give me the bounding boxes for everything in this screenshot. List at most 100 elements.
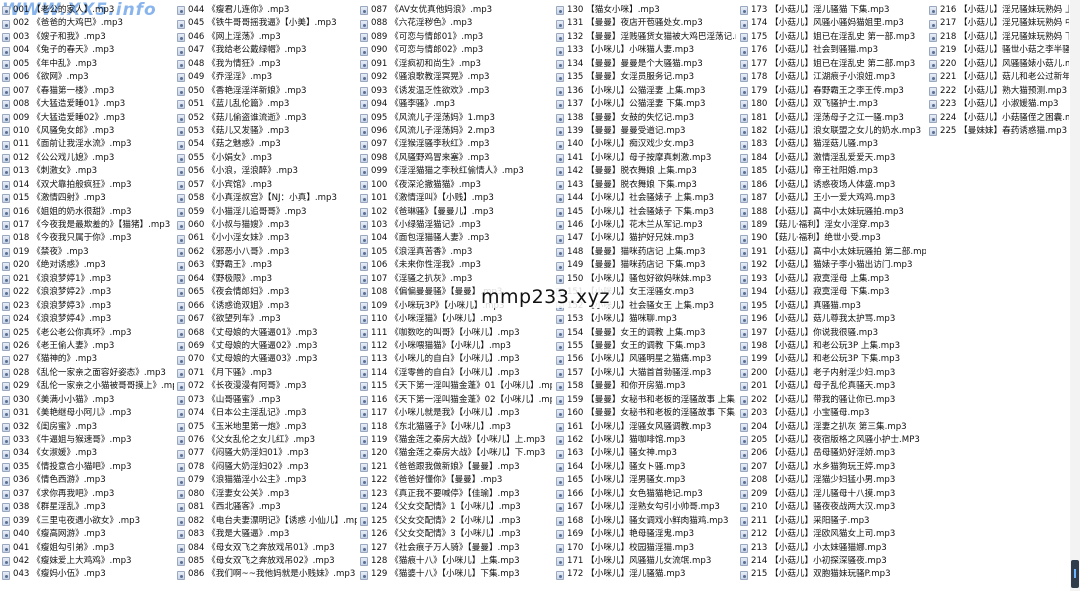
file-item[interactable]: 182 【小菇儿】浪女联盟之女儿的奶水.mp3 [740,125,926,138]
file-item[interactable]: 100 《夜深沦撤猫猫》.mp3 [360,179,552,192]
file-item[interactable]: 075 《玉米地里第一炮》.mp3 [177,421,357,434]
file-item[interactable]: 045 《铁牛哥哥摇我逼》【小美】.mp3 [177,17,357,30]
file-item[interactable]: 187 【小菇儿】王小一爱大鸡鸡.mp3 [740,192,926,205]
file-item[interactable]: 137 【小咪儿】公猫淫妻 下集.mp3 [556,98,736,111]
file-item[interactable]: 064 《野极限》.mp3 [177,273,357,286]
file-item[interactable]: 161 【小咪儿】淫骚女风骚调教.mp3 [556,421,736,434]
file-item[interactable]: 116 《天下第一淫叫猫金蓬》02【小咪儿】.mp3 [360,394,552,407]
file-item[interactable]: 034 《女淑媛》.mp3 [2,447,174,460]
file-item[interactable]: 099 《淫淫猫猫之李秋红偷情人》.mp3 [360,165,552,178]
file-item[interactable]: 078 《闷骚大奶淫妇02》.mp3 [177,461,357,474]
file-item[interactable]: 150 【小咪儿】骚包好欲妈咪妹.mp3 [556,273,736,286]
file-item[interactable]: 192 【小菇儿】猫婊子李小猫出访门.mp3 [740,259,926,272]
file-item[interactable]: 037 《求你再我吧》.mp3 [2,488,174,501]
file-item[interactable]: 053 《菇儿又发骚》.mp3 [177,125,357,138]
file-item[interactable]: 222 【小菇儿】熟大猫预测.mp3 [929,85,1069,98]
file-item[interactable]: 117 《小咪儿就是我》【小咪儿】.mp3 [360,407,552,420]
file-item[interactable]: 125 《父女交配情》2【小咪儿】.mp3 [360,515,552,528]
file-item[interactable]: 183 【小菇儿】猫淫菇儿骚.mp3 [740,138,926,151]
file-item[interactable]: 203 【小菇儿】小宝骚母.mp3 [740,407,926,420]
file-item[interactable]: 158 【曼曼】和你开房猫.mp3 [556,380,736,393]
file-item[interactable]: 181 【小菇儿】淫荡母子之江一骚.mp3 [740,112,926,125]
file-item[interactable]: 144 【小咪儿】社会骚婊子 上集.mp3 [556,192,736,205]
file-item[interactable]: 213 【小菇儿】小太妹骚猫娜.mp3 [740,542,926,555]
file-item[interactable]: 091 《淫疯初和尚生》.mp3 [360,58,552,71]
file-item[interactable]: 177 【小菇儿】姐已在淫乱史 第二部.mp3 [740,58,926,71]
file-item[interactable]: 092 《骚浪歌教淫冥晃》.mp3 [360,71,552,84]
file-item[interactable]: 164 【小咪儿】骚女ト骚.mp3 [556,461,736,474]
file-item[interactable]: 032 《闺房蜜》.mp3 [2,421,174,434]
file-item[interactable]: 170 【小咪儿】校园猫淫猫.mp3 [556,542,736,555]
file-item[interactable]: 186 【小菇儿】诱惑夜场人体盛.mp3 [740,179,926,192]
file-item[interactable]: 084 《母女双飞之奔放戏吊01》.mp3 [177,542,357,555]
file-item[interactable]: 172 【小咪儿】淫儿骚猫.mp3 [556,568,736,581]
file-item[interactable]: 190 【菇儿·福利】绝世小受.mp3 [740,232,926,245]
file-item[interactable]: 176 【小菇儿】社会到骚猫.mp3 [740,44,926,57]
file-item[interactable]: 163 【小咪儿】骚女神.mp3 [556,447,736,460]
file-item[interactable]: 149 【曼曼】猫咪药店记 下集.mp3 [556,259,736,272]
file-item[interactable]: 062 《邪恶小八哥》.mp3 [177,246,357,259]
file-item[interactable]: 044 《瘦君儿连你》.mp3 [177,4,357,17]
file-item[interactable]: 189 【菇儿·福利】淫女小淫穿.mp3 [740,219,926,232]
file-item[interactable]: 193 【小菇儿】寂寞淫母 上集.mp3 [740,273,926,286]
file-item[interactable]: 021 《浪浪梦婷1》.mp3 [2,273,174,286]
file-item[interactable]: 071 《月下骚》.mp3 [177,367,357,380]
file-item[interactable]: 023 《浪浪梦婷3》.mp3 [2,300,174,313]
file-item[interactable]: 094 《骚李骚》.mp3 [360,98,552,111]
file-item[interactable]: 112 《小咪喂猫猫》【小咪儿】.mp3 [360,340,552,353]
file-item[interactable]: 133 【小咪儿】小咪猫人妻.mp3 [556,44,736,57]
file-item[interactable]: 035 《情投意合小猫吧》.mp3 [2,461,174,474]
file-item[interactable]: 054 《菇之魅惑》.mp3 [177,138,357,151]
file-item[interactable]: 087 《AV女优真他妈浪》.mp3 [360,4,552,17]
file-item[interactable]: 207 【小菇儿】水乡猫狗玩王婷.mp3 [740,461,926,474]
file-item[interactable]: 221 【小菇儿】菇儿和老公过新年.mp3 [929,71,1069,84]
file-item[interactable]: 097 《淫猴淫骚李秋红》.mp3 [360,138,552,151]
file-item[interactable]: 046 《网上淫荡》.mp3 [177,31,357,44]
file-item[interactable]: 188 【小菇儿】高中小太妹玩骚拍.mp3 [740,206,926,219]
file-item[interactable]: 047 《我给老公戴绿帽》.mp3 [177,44,357,57]
file-item[interactable]: 180 【小菇儿】双飞骚护士.mp3 [740,98,926,111]
file-item[interactable]: 115 《天下第一淫叫猫金蓬》01【小咪儿】.mp3 [360,380,552,393]
file-item[interactable]: 168 【小咪儿】骚女调戏小鲜肉猫鸡.mp3 [556,515,736,528]
file-item[interactable]: 057 《小宾馆》.mp3 [177,179,357,192]
file-item[interactable]: 167 【小咪儿】淫熟女勾引小帅哥.mp3 [556,501,736,514]
file-item[interactable]: 012 《公公戏儿媳》.mp3 [2,152,174,165]
file-item[interactable]: 210 【小菇儿】骚夜夜战两大汉.mp3 [740,501,926,514]
file-item[interactable]: 058 《小真淫叔宫》【NJ：小真】.mp3 [177,192,357,205]
file-item[interactable]: 218 【小菇儿】淫兄骚妹玩熟妈 下部.mp3 [929,31,1069,44]
file-item[interactable]: 209 【小菇儿】淫儿骚母十八摸.mp3 [740,488,926,501]
file-item[interactable]: 201 【小菇儿】母子乱伦真骚天.mp3 [740,380,926,393]
file-item[interactable]: 055 《小娟女》.mp3 [177,152,357,165]
file-item[interactable]: 110 《小咪淫猫》【小咪儿】.mp3 [360,313,552,326]
file-item[interactable]: 090 《可恋与情郎02》.mp3 [360,44,552,57]
file-item[interactable]: 208 【小菇儿】淫猫少妇猛小男.mp3 [740,474,926,487]
file-item[interactable]: 212 【小菇儿】淫欧风猫女上司.mp3 [740,528,926,541]
file-item[interactable]: 126 《父女交配情》3【小咪儿】.mp3 [360,528,552,541]
file-item[interactable]: 005 《年中乱》.mp3 [2,58,174,71]
file-item[interactable]: 106 《未来你性淫我》.mp3 [360,259,552,272]
file-item[interactable]: 007 《春猫第一楼》.mp3 [2,85,174,98]
file-item[interactable]: 220 【小菇儿】风骚骚婊小菇儿.mp3 [929,58,1069,71]
file-item[interactable]: 082 《电台夫妻漂明记》【诱惑 小仙儿】.mp3 [177,515,357,528]
file-item[interactable]: 224 【小菇儿】小菇骚侄之困囊.mp3 [929,112,1069,125]
file-item[interactable]: 111 《咖数吃的叫哥》【小咪儿】.mp3 [360,327,552,340]
file-item[interactable]: 219 【小菇儿】骚世小菇之李半骚奔.mp3 [929,44,1069,57]
file-item[interactable]: 010 《风骚免女郎》.mp3 [2,125,174,138]
file-item[interactable]: 096 《风流儿子淫荡妈》2.mp3 [360,125,552,138]
file-item[interactable]: 076 《父女乱伦之女儿红》.mp3 [177,434,357,447]
file-item[interactable]: 175 【小菇儿】姐已在淫乱史 第一部.mp3 [740,31,926,44]
file-item[interactable]: 205 【小菇儿】夜宿版格之风骚小护士.MP3 [740,434,926,447]
file-item[interactable]: 102 《爸琳骚》【曼曼儿】.mp3 [360,206,552,219]
file-item[interactable]: 225 【曼妹妹】春药诱惑猫.mp3 [929,125,1069,138]
file-item[interactable]: 070 《丈母娘的大骚逼03》.mp3 [177,353,357,366]
file-item[interactable]: 080 《淫妻女公关》.mp3 [177,488,357,501]
file-item[interactable]: 086 《我们啊~~我他妈就是小贱妹》.mp3 [177,568,357,581]
file-item[interactable]: 003 《嫂子和我》.mp3 [2,31,174,44]
file-item[interactable]: 026 《老王偷人妻》.mp3 [2,340,174,353]
file-item[interactable]: 173 【小菇儿】淫儿骚猫 下集.mp3 [740,4,926,17]
file-item[interactable]: 185 【小菇儿】帝王社阳婚.mp3 [740,165,926,178]
file-item[interactable]: 141 【小咪儿】母子按摩真刺激.mp3 [556,152,736,165]
file-item[interactable]: 030 《美满小小猫》.mp3 [2,394,174,407]
file-item[interactable]: 146 【小咪儿】花木兰从军记.mp3 [556,219,736,232]
file-item[interactable]: 009 《大猛造爱睡02》.mp3 [2,112,174,125]
